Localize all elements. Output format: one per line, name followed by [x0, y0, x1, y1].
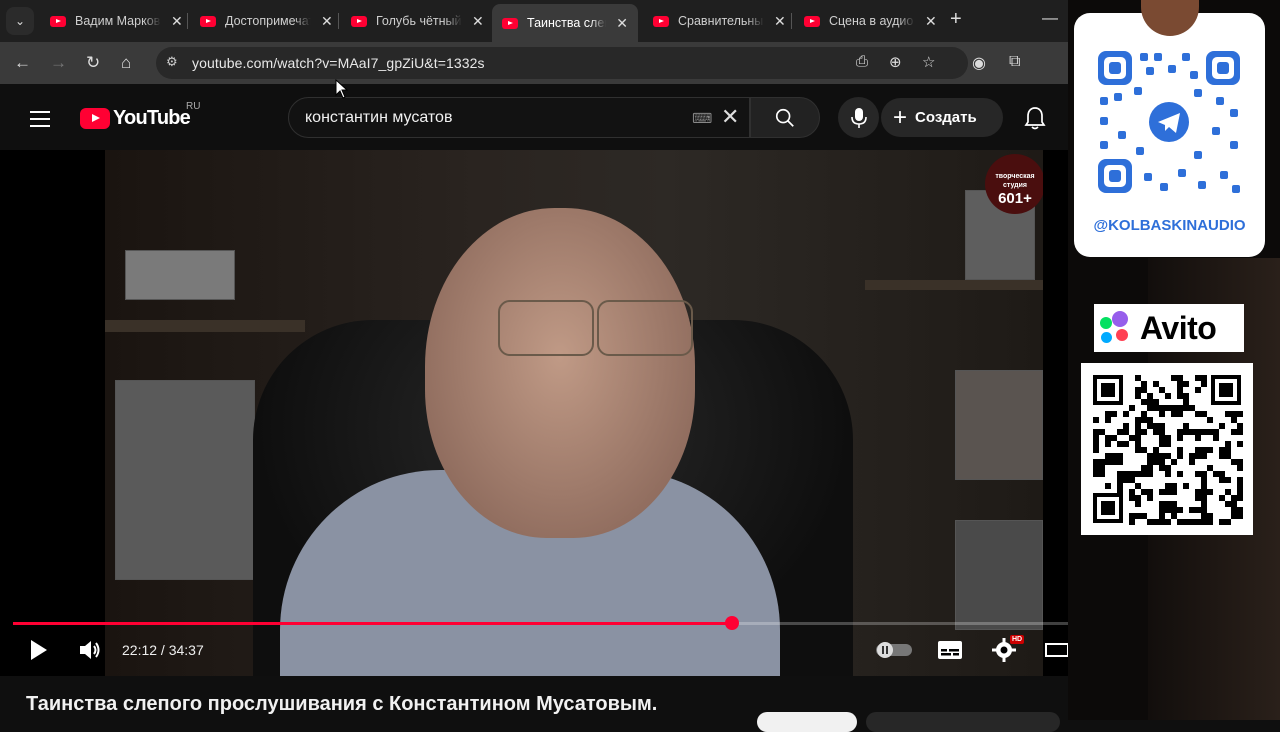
logo-text: YouTube [113, 107, 191, 129]
url-text[interactable]: youtube.com/watch?v=MAaI7_gpZiU&t=1332s [192, 55, 485, 71]
telegram-handle: @KOLBASKINAUDIO [1093, 217, 1246, 234]
extensions-icon[interactable]: ⧉ [1009, 53, 1020, 71]
close-icon[interactable]: ✕ [321, 13, 333, 30]
keyboard-icon[interactable]: ⌨ [692, 110, 712, 127]
plus-icon: + [893, 103, 908, 131]
youtube-favicon-icon [50, 15, 66, 27]
create-label: Создать [915, 109, 977, 126]
install-app-icon[interactable]: ⎙ [856, 53, 868, 70]
youtube-favicon-icon [653, 15, 669, 27]
youtube-header: YouTube RU константин мусатов ⌨ ✕ + Созда… [0, 84, 1068, 150]
video-title: Таинства слепого прослушивания с Констан… [26, 693, 658, 715]
avito-qr-code [1081, 363, 1253, 535]
search-button[interactable] [750, 97, 820, 138]
omnibox[interactable]: ⚙ youtube.com/watch?v=MAaI7_gpZiU&t=1332… [156, 47, 968, 79]
tab-title: Голубь чётный [376, 14, 462, 28]
close-icon[interactable]: ✕ [616, 15, 628, 32]
home-icon[interactable]: ⌂ [121, 53, 131, 73]
tab-title: Достопримечательности [225, 14, 311, 28]
address-bar: ← → ↻ ⌂ ⚙ youtube.com/watch?v=MAaI7_gpZi… [0, 42, 1068, 84]
theater-mode-button[interactable] [1045, 642, 1069, 663]
bookmark-star-icon[interactable]: ☆ [922, 53, 935, 71]
youtube-play-icon [80, 108, 110, 129]
search-icon [775, 108, 794, 127]
telegram-qr-code [1098, 51, 1240, 193]
site-settings-icon[interactable]: ⚙ [166, 54, 178, 70]
minimize-icon[interactable]: — [1042, 10, 1058, 28]
region-label: RU [186, 101, 201, 112]
tab-title: Таинства слепого [527, 16, 606, 30]
subtitles-icon [938, 641, 962, 659]
bell-icon [1024, 107, 1046, 130]
close-icon[interactable]: ✕ [171, 13, 183, 30]
close-icon[interactable]: ✕ [925, 13, 937, 30]
clear-search-icon[interactable]: ✕ [721, 104, 739, 130]
microphone-icon [850, 107, 867, 128]
video-frame[interactable]: творческая студия 601+ [105, 150, 1043, 676]
play-button[interactable] [28, 637, 50, 668]
studio-badge-line2: студия [1002, 182, 1028, 189]
tab-title: Сравнительный [678, 14, 764, 28]
volume-icon [80, 641, 100, 659]
reload-icon[interactable]: ↻ [86, 53, 100, 73]
autoplay-toggle[interactable] [876, 642, 912, 663]
tab-title: Сцена в аудио [829, 14, 914, 28]
play-icon [31, 640, 47, 660]
time-display: 22:12 / 34:37 [122, 642, 204, 658]
avito-logo: Avito [1094, 304, 1244, 352]
back-icon[interactable]: ← [14, 53, 31, 73]
tab-1[interactable]: Достопримечательности ✕ [190, 6, 343, 36]
volume-button[interactable] [78, 637, 104, 668]
studio-badge: творческая студия 601+ [985, 154, 1043, 214]
voice-search-button[interactable] [838, 97, 879, 138]
tab-search-button[interactable]: ⌄ [6, 7, 34, 35]
new-tab-button[interactable]: + [950, 8, 962, 31]
progress-played [13, 622, 733, 625]
progress-bar[interactable] [13, 616, 1135, 630]
tab-title: Вадим Маркович [75, 14, 161, 28]
youtube-favicon-icon [502, 17, 518, 29]
mouse-cursor-icon [335, 79, 349, 99]
subscribe-button[interactable] [757, 712, 857, 732]
create-button[interactable]: + Создать [881, 98, 1003, 137]
chevron-down-icon: ⌄ [14, 14, 26, 28]
zoom-icon[interactable]: ⊕ [889, 53, 902, 71]
studio-badge-line1: творческая [995, 173, 1035, 180]
notifications-button[interactable] [1024, 106, 1046, 135]
forward-icon[interactable]: → [50, 53, 67, 73]
theater-icon [1045, 643, 1069, 657]
autoplay-toggle-icon [876, 642, 912, 658]
video-player[interactable]: творческая студия 601+ 22:12 / 34:37 HD [0, 150, 1148, 676]
actions-button[interactable] [866, 712, 1060, 732]
close-icon[interactable]: ✕ [472, 13, 484, 30]
tab-bar: ⌄ Вадим Маркович ✕ Достопримечательности ✕… [0, 0, 1068, 42]
avito-dots-icon [1098, 309, 1136, 347]
menu-icon[interactable] [30, 111, 50, 132]
hd-badge: HD [1010, 635, 1025, 644]
studio-badge-line3: 601+ [998, 190, 1032, 207]
avito-label: Avito [1140, 309, 1217, 346]
close-icon[interactable]: ✕ [774, 13, 786, 30]
youtube-logo[interactable]: YouTube [80, 107, 191, 130]
youtube-favicon-icon [804, 15, 820, 27]
tab-5[interactable]: Сцена в аудио ✕ [794, 6, 947, 36]
search-value[interactable]: константин мусатов [305, 109, 452, 127]
tab-4[interactable]: Сравнительный ✕ [643, 6, 796, 36]
search-input[interactable]: константин мусатов ⌨ ✕ [288, 97, 750, 138]
youtube-favicon-icon [200, 15, 216, 27]
subtitles-button[interactable] [937, 640, 963, 665]
globe-extension-icon[interactable]: ◉ [972, 53, 986, 73]
tab-3-active[interactable]: Таинства слепого ✕ [492, 4, 638, 42]
person-head [425, 208, 695, 538]
youtube-favicon-icon [351, 15, 367, 27]
tab-0[interactable]: Вадим Маркович ✕ [40, 6, 193, 36]
tab-2[interactable]: Голубь чётный ✕ [341, 6, 494, 36]
